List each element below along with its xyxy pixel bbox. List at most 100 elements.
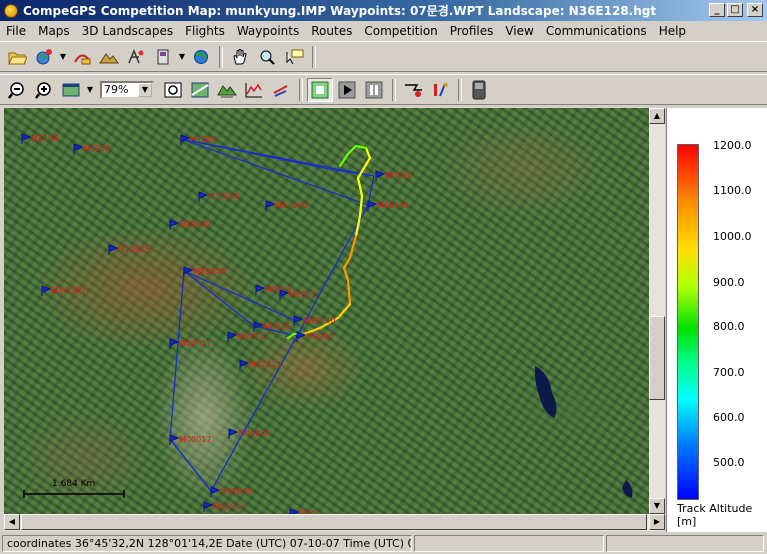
scroll-left-button[interactable]: ◀ — [4, 514, 20, 530]
waypoint-marker[interactable]: M10025 — [108, 244, 150, 255]
waypoint-marker[interactable]: M10231 — [367, 200, 409, 211]
minimize-button[interactable]: _ — [709, 3, 725, 17]
window-controls: _ □ × — [709, 3, 763, 17]
waypoint-marker[interactable]: M02012 — [203, 501, 245, 512]
magnify-pointer-icon[interactable] — [254, 45, 280, 69]
menu-3d-landscapes[interactable]: 3D Landscapes — [76, 24, 179, 38]
menu-help[interactable]: Help — [653, 24, 692, 38]
flag-icon — [169, 338, 180, 349]
3d-view-icon[interactable] — [214, 78, 240, 102]
flag-icon — [203, 501, 214, 512]
status-pane — [606, 535, 764, 552]
menu-maps[interactable]: Maps — [32, 24, 76, 38]
waypoint-marker[interactable]: M0000 — [73, 143, 110, 154]
open-folder-icon[interactable] — [4, 45, 30, 69]
menu-communications[interactable]: Communications — [540, 24, 653, 38]
layers-icon[interactable] — [187, 78, 213, 102]
view-toolbar: ▼ 79% ▼ — [0, 74, 767, 105]
route-icon[interactable] — [69, 45, 95, 69]
waypoint-tool-icon[interactable] — [123, 45, 149, 69]
map-canvas[interactable]: 1.684 Km M1104 M0000 M1104 M0530 M10030 M1102… — [4, 108, 649, 514]
waypoint-label: M0000 — [306, 332, 333, 341]
legend-tick: 1100.0 — [713, 184, 752, 197]
stop-icon[interactable] — [307, 77, 333, 102]
main-toolbar: ▼ ▼ — [0, 41, 767, 72]
waypoint-marker[interactable]: M1 0512 — [41, 285, 86, 296]
waypoint-marker[interactable]: M0530 — [375, 170, 412, 181]
route-line — [169, 269, 298, 492]
waypoint-marker[interactable]: M10010 — [293, 315, 335, 326]
scroll-down-button[interactable]: ▼ — [649, 498, 665, 514]
waypoint-label: M02015 — [249, 360, 281, 369]
maximize-button[interactable]: □ — [727, 3, 743, 17]
zoom-level-value: 79% — [104, 83, 129, 96]
horizontal-scroll-thumb[interactable] — [21, 514, 647, 530]
chevron-down-icon[interactable]: ▼ — [58, 45, 68, 69]
gps-icon[interactable] — [466, 78, 492, 102]
zoom-in-icon[interactable] — [31, 78, 57, 102]
speed-graph-icon[interactable] — [268, 78, 294, 102]
landscape-icon[interactable] — [96, 45, 122, 69]
flag-icon — [239, 359, 250, 370]
zoom-level-select[interactable]: 79% ▼ — [100, 80, 154, 99]
record-icon[interactable] — [400, 78, 426, 102]
route-line — [169, 438, 212, 492]
vertical-scrollbar[interactable]: ▲ ▼ — [649, 108, 665, 514]
waypoint-marker[interactable]: M10017 — [169, 338, 211, 349]
flag-icon — [265, 200, 276, 211]
scroll-right-button[interactable]: ▶ — [649, 514, 665, 530]
thermal-icon[interactable] — [427, 78, 453, 102]
menu-flights[interactable]: Flights — [179, 24, 231, 38]
altitude-graph-icon[interactable] — [241, 78, 267, 102]
horizontal-scrollbar[interactable]: ◀ ▶ — [4, 514, 665, 531]
menu-waypoints[interactable]: Waypoints — [231, 24, 305, 38]
waypoint-marker[interactable]: M10042 — [169, 219, 211, 230]
waypoint-label: M1104 — [31, 134, 58, 143]
gps-globe-icon[interactable] — [188, 45, 214, 69]
chevron-down-icon[interactable]: ▼ — [138, 82, 152, 97]
zoom-fit-icon[interactable] — [160, 78, 186, 102]
waypoint-marker[interactable]: M00017 — [169, 434, 211, 445]
flag-icon — [73, 143, 84, 154]
waypoint-label: M10010 — [303, 316, 335, 325]
title-bar: CompeGPS Competition Map: munkyung.IMP W… — [0, 0, 767, 21]
waypoint-marker[interactable]: M02015 — [239, 359, 281, 370]
chevron-down-icon[interactable]: ▼ — [177, 45, 187, 69]
play-icon[interactable] — [334, 78, 360, 102]
flag-icon — [169, 219, 180, 230]
toolbar-separator — [299, 78, 303, 101]
menu-profiles[interactable]: Profiles — [444, 24, 500, 38]
waypoint-label: M1052 — [289, 290, 316, 299]
chevron-down-icon[interactable]: ▼ — [85, 78, 95, 102]
flag-icon — [183, 266, 194, 277]
scale-bar-label: 1.684 Km — [52, 479, 95, 489]
flag-icon — [255, 284, 266, 295]
zoom-out-icon[interactable] — [4, 78, 30, 102]
menu-view[interactable]: View — [499, 24, 539, 38]
card-icon[interactable] — [150, 45, 176, 69]
hand-pan-icon[interactable] — [227, 45, 253, 69]
waypoint-marker[interactable]: M01015 — [210, 486, 252, 497]
waypoint-marker[interactable]: M1104 — [21, 133, 58, 144]
vertical-scroll-thumb[interactable] — [649, 316, 665, 400]
menu-competition[interactable]: Competition — [358, 24, 443, 38]
globe-pin-icon[interactable] — [31, 45, 57, 69]
toolbar-separator — [458, 78, 462, 101]
legend-unit: [m] — [677, 515, 697, 528]
waypoint-marker[interactable]: M11020 — [265, 200, 307, 211]
menu-bar: File Maps 3D Landscapes Flights Waypoint… — [0, 21, 767, 40]
waypoint-marker[interactable]: M00020 — [228, 428, 270, 439]
pause-icon[interactable] — [361, 78, 387, 102]
legend-title-line: Track Altitude — [677, 502, 753, 515]
menu-file[interactable]: File — [0, 24, 32, 38]
waypoints: M1104 M0000 M1104 M0530 M10030 M11020 M10231 M1… — [21, 133, 412, 514]
legend-title: Track Altitude [m] — [677, 502, 752, 528]
map-view-icon[interactable] — [58, 78, 84, 102]
scroll-up-button[interactable]: ▲ — [649, 108, 665, 124]
close-button[interactable]: × — [747, 3, 763, 17]
waypoint-marker[interactable]: M10030 — [198, 191, 240, 202]
flag-icon — [108, 244, 119, 255]
waypoint-marker[interactable]: M02017 — [227, 331, 269, 342]
comment-pointer-icon[interactable] — [281, 45, 307, 69]
menu-routes[interactable]: Routes — [305, 24, 358, 38]
